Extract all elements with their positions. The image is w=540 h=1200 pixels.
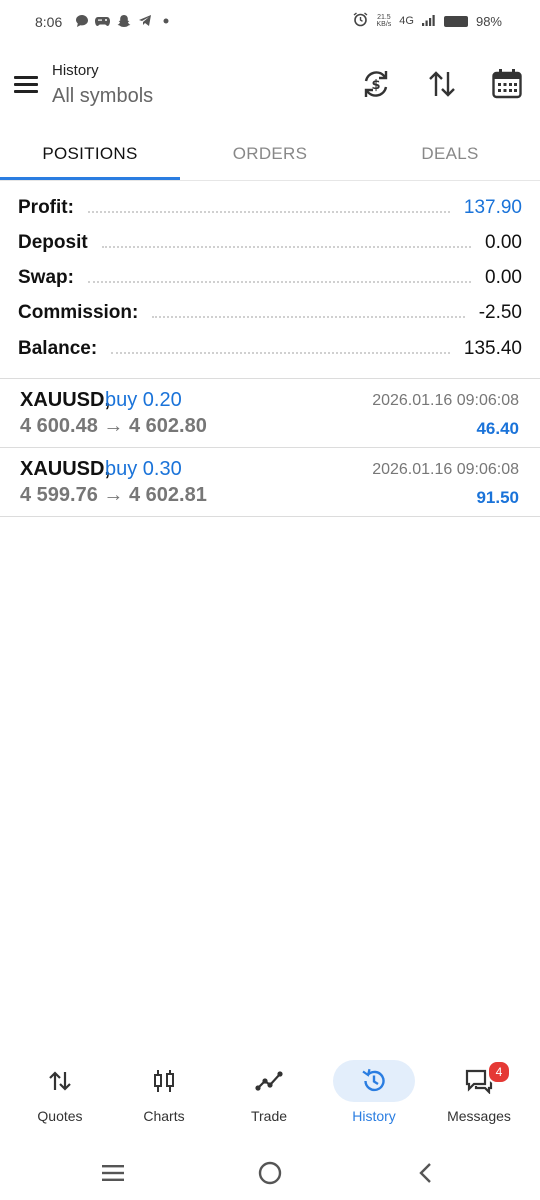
summary-value: -2.50 <box>478 302 522 323</box>
game-controller-icon <box>95 13 110 28</box>
summary-value: 0.00 <box>485 267 522 288</box>
app-bar: History All symbols $ <box>0 50 540 130</box>
deal-side: buy 0.20 <box>105 389 182 411</box>
menu-icon[interactable] <box>12 72 40 96</box>
nav-charts[interactable]: Charts <box>110 1050 218 1140</box>
dotted-leader <box>111 352 450 354</box>
svg-text:$: $ <box>371 78 380 93</box>
summary-row-profit: Profit: 137.90 <box>18 193 522 223</box>
deal-symbol: XAUUSD, <box>20 458 111 480</box>
sort-icon[interactable] <box>424 66 460 102</box>
deal-prices: 4 600.48 → 4 602.80 <box>20 415 207 437</box>
summary-value: 135.40 <box>463 338 522 359</box>
dotted-leader <box>87 211 450 213</box>
summary-value: 0.00 <box>485 232 522 253</box>
home-icon[interactable] <box>255 1160 285 1186</box>
notification-icons <box>74 13 173 28</box>
summary-label: Deposit <box>18 232 88 253</box>
recent-apps-icon[interactable] <box>98 1160 128 1186</box>
charts-icon <box>146 1066 182 1096</box>
tab-orders[interactable]: ORDERS <box>180 130 360 178</box>
dotted-leader <box>87 281 472 283</box>
summary-row-commission: Commission: -2.50 <box>18 298 522 328</box>
alarm-icon <box>353 12 368 30</box>
chat-icon <box>74 13 89 28</box>
list-item[interactable]: XAUUSD, buy 0.20 2026.01.16 09:06:08 4 6… <box>0 379 540 447</box>
snapchat-icon <box>116 13 131 28</box>
dotted-leader <box>152 316 465 318</box>
nav-label: Trade <box>250 1108 288 1124</box>
nav-history[interactable]: History <box>320 1050 428 1140</box>
deal-side: buy 0.30 <box>105 458 182 480</box>
status-bar: 8:06 21.5 KB/s 4G 98% <box>0 0 540 46</box>
nav-quotes[interactable]: Quotes <box>6 1050 114 1140</box>
system-navigation-bar <box>0 1148 540 1200</box>
signal-icon <box>421 14 436 29</box>
trade-icon <box>251 1066 287 1096</box>
summary-row-deposit: Deposit 0.00 <box>18 228 522 258</box>
summary-label: Profit: <box>18 197 74 218</box>
summary-row-swap: Swap: 0.00 <box>18 263 522 293</box>
nav-trade[interactable]: Trade <box>215 1050 323 1140</box>
status-right: 21.5 KB/s 4G 98% <box>353 12 502 30</box>
calendar-icon[interactable] <box>489 66 525 102</box>
summary-label: Commission: <box>18 302 139 323</box>
tab-positions[interactable]: POSITIONS <box>0 130 180 178</box>
nav-label: Quotes <box>37 1108 83 1124</box>
deal-time: 2026.01.16 09:06:08 <box>372 392 519 409</box>
symbol-filter[interactable]: All symbols <box>52 85 153 108</box>
nav-label: Charts <box>143 1108 185 1124</box>
nav-label: Messages <box>447 1108 511 1124</box>
nav-messages[interactable]: 4 Messages <box>425 1050 533 1140</box>
battery-level: 98% <box>475 13 502 29</box>
status-time: 8:06 <box>35 14 63 30</box>
network-speed: 21.5 KB/s <box>376 14 392 28</box>
deal-profit: 91.50 <box>476 488 519 507</box>
deal-time: 2026.01.16 09:06:08 <box>372 461 519 478</box>
deal-symbol: XAUUSD, <box>20 389 111 411</box>
telegram-icon <box>137 13 152 28</box>
quotes-icon <box>42 1066 78 1096</box>
divider <box>0 516 540 517</box>
back-icon[interactable] <box>411 1160 441 1186</box>
summary-value: 137.90 <box>463 197 522 218</box>
summary-label: Swap: <box>18 267 74 288</box>
network-type: 4G <box>399 15 414 27</box>
summary-row-balance: Balance: 135.40 <box>18 334 522 364</box>
battery-icon <box>443 15 468 27</box>
deal-prices: 4 599.76 → 4 602.81 <box>20 484 207 506</box>
history-icon <box>356 1066 392 1096</box>
bottom-navigation: Quotes Charts Trade History 4 Messages <box>0 1050 540 1140</box>
deal-profit: 46.40 <box>476 419 519 438</box>
more-notifications-icon <box>158 13 173 28</box>
dotted-leader <box>101 246 472 248</box>
active-tab-indicator <box>0 177 180 180</box>
page-title: History <box>52 62 99 79</box>
summary-label: Balance: <box>18 338 98 359</box>
tab-bar: POSITIONS ORDERS DEALS <box>0 130 540 181</box>
unread-badge: 4 <box>487 1060 511 1084</box>
nav-label: History <box>352 1108 396 1124</box>
list-item[interactable]: XAUUSD, buy 0.30 2026.01.16 09:06:08 4 5… <box>0 448 540 516</box>
tab-deals[interactable]: DEALS <box>360 130 540 178</box>
currency-exchange-icon[interactable]: $ <box>358 66 394 102</box>
